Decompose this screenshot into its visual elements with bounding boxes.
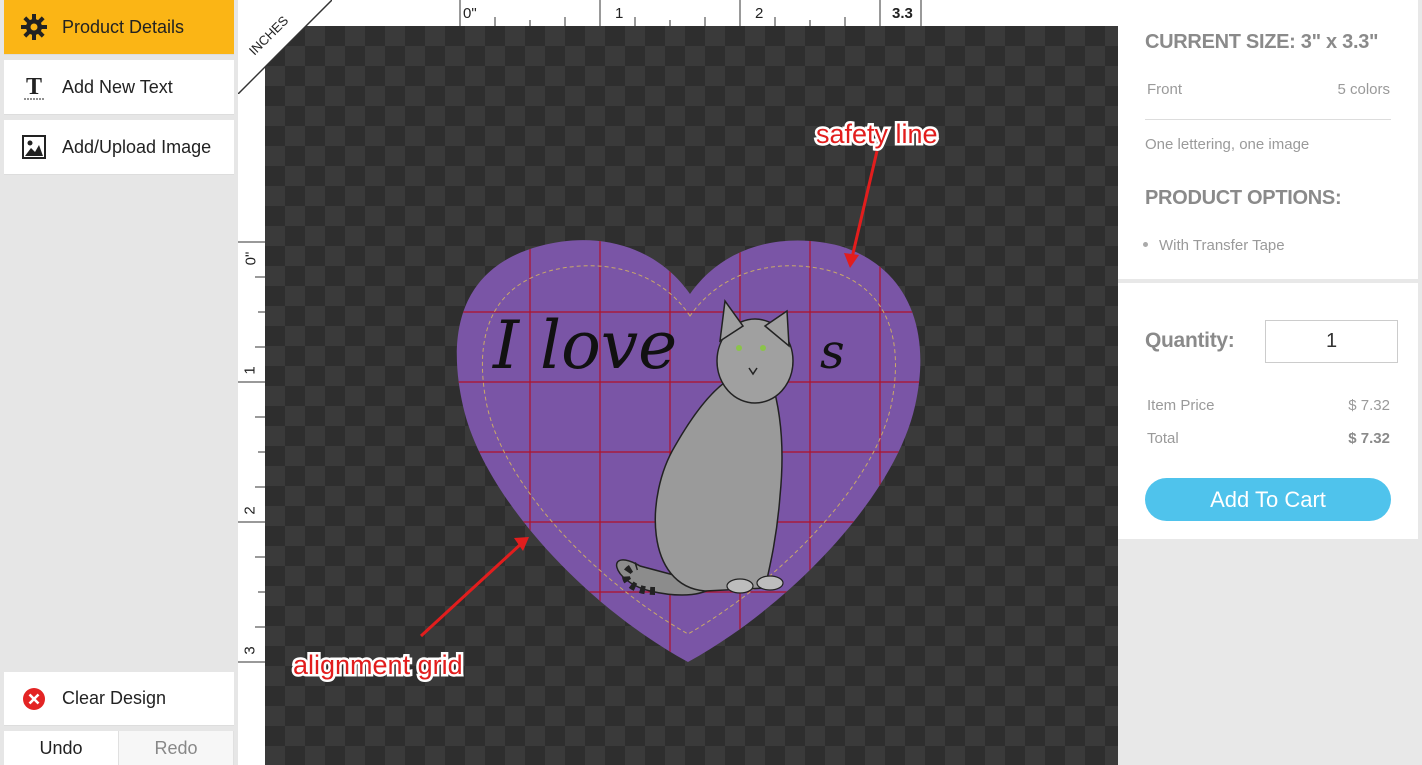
text-icon: T [20,73,48,101]
design-text-suffix[interactable]: s [820,324,845,380]
svg-text:safety line: safety line [816,119,938,149]
svg-text:T: T [26,74,42,100]
ruler-left-label-1: 1 [241,366,259,375]
tool-sidebar: Product Details T Add New Text Add/Uploa… [0,0,238,765]
clear-design-label: Clear Design [62,688,167,708]
details-panel: CURRENT SIZE: 3" x 3.3" Front 5 colors O… [1118,0,1422,765]
total-value: $ 7.32 [1348,430,1390,447]
ruler-top-label-0: 0" [463,5,477,22]
front-colors: 5 colors [1337,81,1390,98]
option-label: With Transfer Tape [1159,237,1285,254]
undo-button[interactable]: Undo [4,731,119,765]
order-card: Quantity: 1 Item Price $ 7.32 Total $ 7.… [1118,283,1418,539]
current-size: CURRENT SIZE: 3" x 3.3" [1145,31,1379,53]
ruler-left: 0" 1 2 3 [238,0,265,765]
ruler-top-label-2: 2 [755,5,764,22]
image-icon [20,133,48,161]
ruler-top: 0" 1 2 3.3 [238,0,1118,26]
item-price-label: Item Price [1147,397,1215,414]
ruler-top-label-1: 1 [615,5,624,22]
gear-icon [20,13,48,41]
product-details-button[interactable]: Product Details [4,0,234,55]
add-image-label: Add/Upload Image [62,136,212,157]
clear-icon [20,685,48,713]
add-text-label: Add New Text [62,76,173,97]
ruler-left-label-3: 3 [241,646,259,655]
undo-redo-row: Undo Redo [4,731,234,765]
ruler-top-label-3: 3.3 [892,5,913,22]
design-canvas[interactable]: I love s safety line alignment grid [265,26,1118,765]
add-text-button[interactable]: T Add New Text [4,60,234,115]
bullet-icon [1143,242,1148,248]
product-options-heading: PRODUCT OPTIONS: [1145,187,1342,209]
add-to-cart-button[interactable]: Add To Cart [1145,478,1391,521]
quantity-label: Quantity: [1145,329,1235,352]
add-image-button[interactable]: Add/Upload Image [4,120,234,175]
item-price-value: $ 7.32 [1348,397,1390,414]
grid-annotation: alignment grid [291,537,529,683]
ruler-left-label-2: 2 [241,506,259,515]
ruler-units-corner: INCHES [238,0,332,94]
product-details-label: Product Details [62,16,185,37]
design-text[interactable]: I love [492,307,677,384]
quantity-input[interactable]: 1 [1265,320,1398,363]
front-label: Front [1147,81,1183,98]
total-label: Total [1147,430,1179,447]
divider [1145,119,1391,120]
design-description: One lettering, one image [1145,136,1310,153]
redo-button[interactable]: Redo [119,731,234,765]
product-details-card: CURRENT SIZE: 3" x 3.3" Front 5 colors O… [1118,0,1418,279]
option-item: With Transfer Tape [1143,237,1285,254]
svg-text:alignment grid: alignment grid [293,650,463,680]
ruler-left-label-0: 0" [242,251,260,266]
clear-design-button[interactable]: Clear Design [4,672,234,726]
